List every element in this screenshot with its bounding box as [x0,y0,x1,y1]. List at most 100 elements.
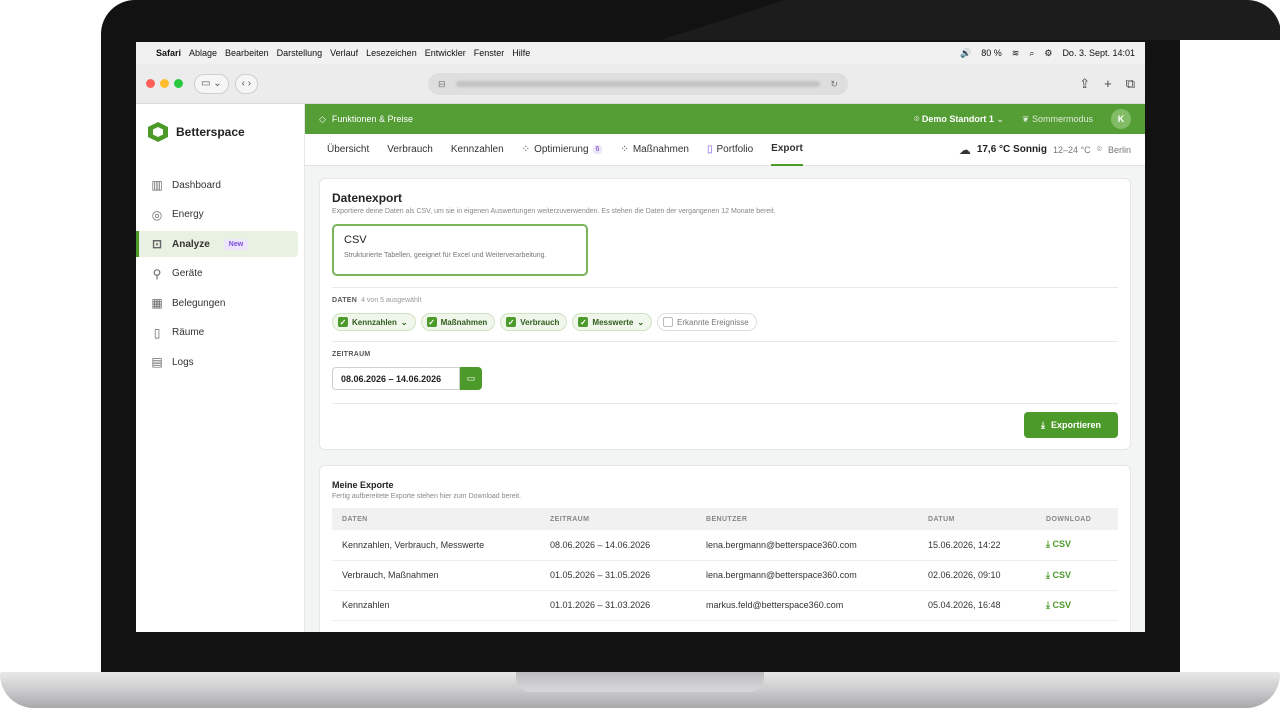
download-link[interactable]: ⤓ CSV [1036,560,1118,591]
menu-item[interactable]: Bearbeiten [225,48,269,58]
wifi-icon[interactable]: ≋ [1012,48,1020,59]
analyze-icon: ⊡ [151,237,163,251]
top-bar: ◇ Funktionen & Preise ⌾ Demo Standort 1 … [305,104,1145,134]
control-center-icon[interactable]: ⚙ [1044,48,1052,59]
back-forward-icon[interactable]: ‹ › [234,73,259,94]
sidebar-item-label: Belegungen [172,297,226,309]
calendar-button[interactable]: ▭ [460,367,482,390]
new-badge: New [223,238,249,250]
sidebar: Betterspace ▥ Dashboard ◎ Energy ⊡ Analy… [136,104,305,632]
column-header[interactable]: ZEITRAUM [540,508,696,530]
menu-item[interactable]: Hilfe [512,48,530,58]
calendar-icon: ▭ [466,373,476,383]
sidebar-item-energy[interactable]: ◎ Energy [136,202,298,228]
exports-table: DATEN ZEITRAUM BENUTZER DATUM DOWNLOAD K… [332,508,1118,621]
menubar: Safari Ablage Bearbeiten Darstellung Ver… [136,42,1145,64]
menu-item[interactable]: Verlauf [330,48,358,58]
column-header[interactable]: DATUM [918,508,1036,530]
sidebar-item-logs[interactable]: ▤ Logs [136,349,298,375]
battery-label[interactable]: 80 % [981,48,1002,58]
menu-item[interactable]: Ablage [189,48,217,58]
checkbox-checked-icon: ✓ [426,317,437,327]
zoom-window-icon[interactable] [174,79,183,88]
volume-icon[interactable]: 🔊 [960,48,971,59]
table-row: Kennzahlen, Verbrauch, Messwerte 08.06.2… [332,530,1118,561]
tab-bar: Übersicht Verbrauch Kennzahlen ⁘ Optimier… [305,134,1145,166]
period-input[interactable]: 08.06.2026 – 14.06.2026 [332,367,460,390]
table-header: DATEN ZEITRAUM BENUTZER DATUM DOWNLOAD [332,508,1118,530]
laptop-mockup: Safari Ablage Bearbeiten Darstellung Ver… [0,0,1280,711]
export-button[interactable]: ⤓ Exportieren [1024,412,1118,438]
sidebar-item-raeume[interactable]: ▯ Räume [136,320,298,346]
checkbox-checked-icon: ✓ [338,317,348,327]
tab-export[interactable]: Export [771,134,803,166]
menu-app[interactable]: Safari [156,48,181,58]
address-bar[interactable]: ⊟ ↻ [428,73,848,95]
divider [332,287,1118,288]
weather-temp: 17,6 °C Sonnig [976,144,1047,155]
door-icon: ▯ [153,325,161,340]
table-row: Kennzahlen 01.01.2026 – 31.03.2026 marku… [332,590,1118,621]
tabs-overview-icon[interactable]: ⧉ [1126,76,1135,92]
mode-toggle[interactable]: ❦ Sommermodus [1022,114,1093,125]
location-select[interactable]: ⌾ Demo Standort 1 ⌄ [914,114,1004,125]
clock[interactable]: Do. 3. Sept. 14:01 [1062,48,1135,58]
chip-kennzahlen[interactable]: ✓ Kennzahlen ⌄ [332,313,416,331]
spotlight-icon[interactable]: ⌕ [1029,48,1034,59]
new-tab-icon[interactable]: + [1104,76,1112,92]
sidebar-toggle-icon[interactable]: ▭ ⌄ [194,73,229,94]
tab-massnahmen[interactable]: ⁘ Maßnahmen [620,134,689,166]
format-option-csv[interactable]: CSV Strukturierte Tabellen, geeignet für… [332,224,588,276]
cell-data: Kennzahlen, Verbrauch, Messwerte [332,530,540,561]
tab-verbrauch[interactable]: Verbrauch [387,134,433,166]
chip-massnahmen[interactable]: ✓ Maßnahmen [420,313,496,331]
pin-icon: ⌾ [1096,144,1102,154]
chip-messwerte[interactable]: ✓ Messwerte ⌄ [572,313,653,331]
download-link[interactable]: ⤓ CSV [1036,530,1118,561]
cell-date: 02.06.2026, 09:10 [918,560,1036,591]
tab-kennzahlen[interactable]: Kennzahlen [451,134,504,166]
weather-range: 12–24 °C [1052,144,1091,155]
tab-uebersicht[interactable]: Übersicht [327,134,369,166]
column-header[interactable]: DATEN [332,508,540,530]
tab-portfolio[interactable]: ▯ Portfolio [707,134,753,166]
minimize-window-icon[interactable] [160,79,169,88]
sidebar-item-label: Energy [172,209,204,220]
reload-icon[interactable]: ↻ [830,79,838,90]
export-card: Datenexport Exportiere deine Daten als C… [319,178,1131,450]
sidebar-item-label: Logs [172,356,194,368]
sidebar-item-dashboard[interactable]: ▥ Dashboard [136,172,298,198]
cell-data: Kennzahlen [332,590,540,621]
sidebar-item-label: Geräte [172,268,203,279]
cloud-icon: ☁ [958,142,971,157]
divider [332,341,1118,342]
laptop-notch [516,672,764,692]
sidebar-item-analyze[interactable]: ⊡ Analyze New [136,231,298,257]
chip-verbrauch[interactable]: ✓ Verbrauch [500,313,568,331]
cell-date: 15.06.2026, 14:22 [918,530,1036,561]
sidebar-item-geraete[interactable]: ⚲ Geräte [136,261,298,287]
sidebar-nav: ▥ Dashboard ◎ Energy ⊡ Analyze New ⚲ Ger… [136,172,304,375]
feature-link[interactable]: Funktionen & Preise [332,114,413,124]
download-icon: ⤓ [1041,419,1045,430]
app: Betterspace ▥ Dashboard ◎ Energy ⊡ Analy… [136,104,1145,632]
brand[interactable]: Betterspace [136,104,304,160]
share-icon[interactable]: ⇪ [1079,76,1090,92]
tab-optimierung[interactable]: ⁘ Optimierung 6 [522,134,603,166]
menu-item[interactable]: Entwickler [425,48,466,58]
export-subtitle: Exportiere deine Daten als CSV, um sie i… [332,208,776,215]
close-window-icon[interactable] [146,79,155,88]
menu-item[interactable]: Lesezeichen [366,48,417,58]
column-header[interactable]: BENUTZER [696,508,918,530]
main-content: ◇ Funktionen & Preise ⌾ Demo Standort 1 … [305,104,1145,632]
chip-erkannte-ereignisse[interactable]: Erkannte Ereignisse [657,313,757,331]
avatar[interactable]: K [1111,109,1131,129]
cell-user: lena.bergmann@betterspace360.com [696,530,918,561]
sidebar-item-belegungen[interactable]: ▦ Belegungen [136,290,298,316]
column-header[interactable]: DOWNLOAD [1036,508,1118,530]
logo-icon [148,122,168,142]
cell-period: 01.01.2026 – 31.03.2026 [540,590,696,621]
menu-item[interactable]: Fenster [474,48,505,58]
download-link[interactable]: ⤓ CSV [1036,590,1118,621]
menu-item[interactable]: Darstellung [277,48,323,58]
